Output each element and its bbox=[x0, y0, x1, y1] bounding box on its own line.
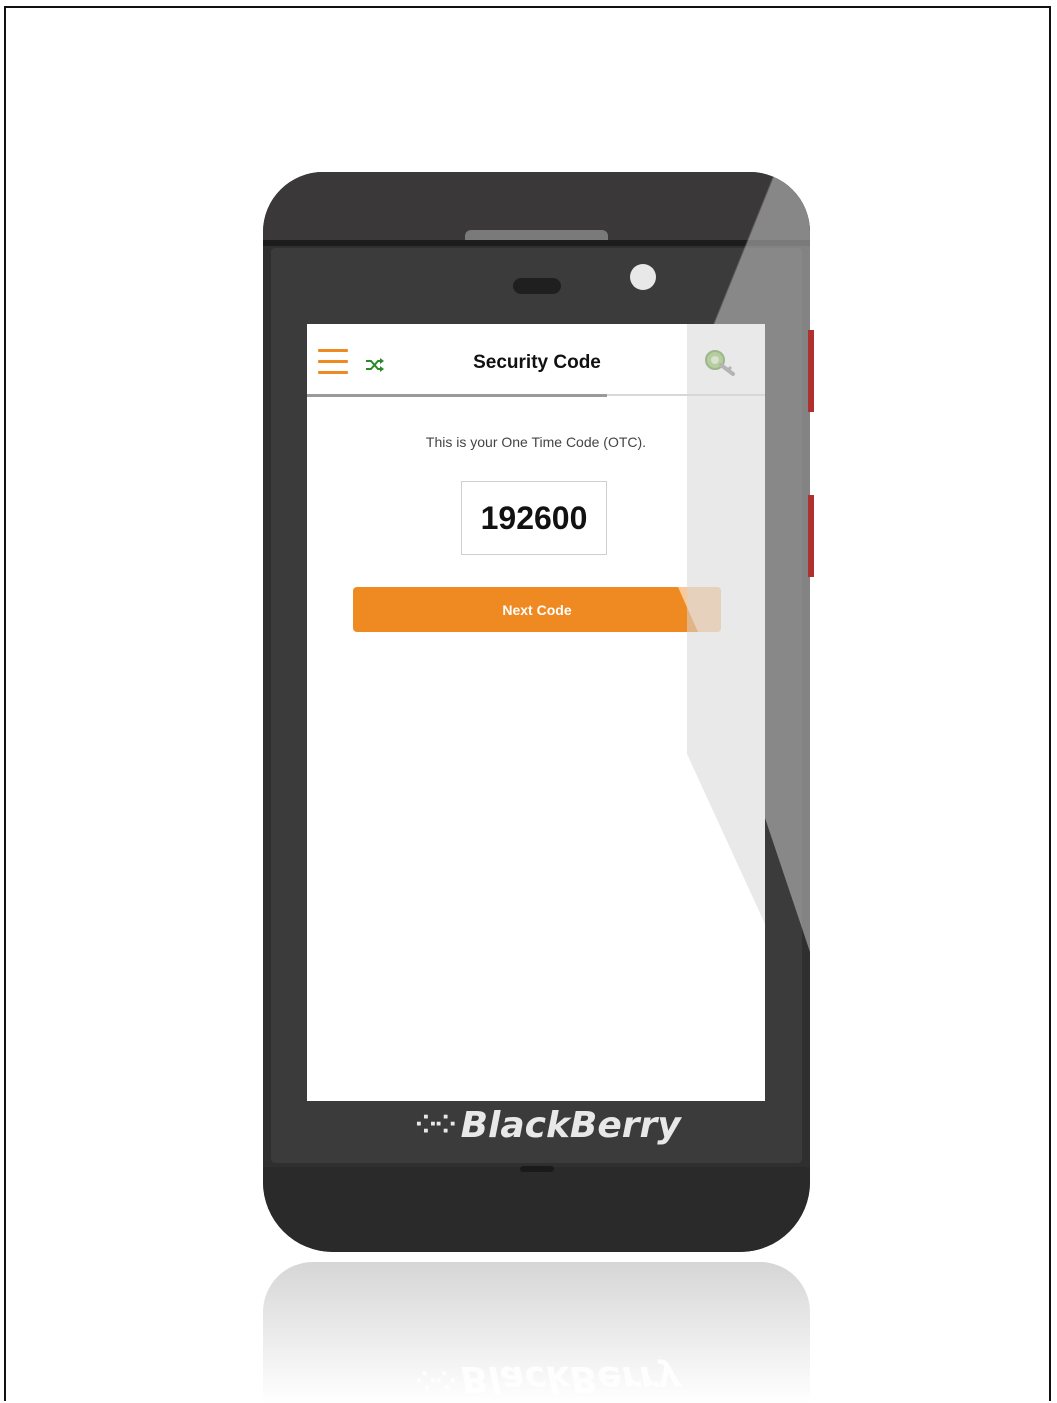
shuffle-icon[interactable] bbox=[365, 357, 385, 373]
otc-label: This is your One Time Code (OTC). bbox=[425, 434, 647, 450]
phone-upper-lip bbox=[263, 240, 810, 246]
bottom-notch bbox=[520, 1166, 554, 1172]
phone-bottom bbox=[263, 1167, 810, 1252]
app-bar-underline bbox=[307, 394, 607, 397]
phone-screen: Security Code This is your One Time Code… bbox=[307, 324, 765, 1101]
volume-up-button bbox=[808, 330, 814, 412]
blackberry-logo: ⁘⁘ BlackBerry bbox=[415, 1100, 681, 1150]
speaker-grille bbox=[465, 230, 608, 240]
one-time-code-display: 192600 bbox=[461, 481, 607, 555]
next-code-button[interactable]: Next Code bbox=[353, 587, 721, 632]
volume-down-button bbox=[808, 495, 814, 577]
hamburger-menu-icon[interactable] bbox=[318, 349, 348, 375]
reflected-mark-icon: ⁘⁘ bbox=[415, 1364, 455, 1394]
reflected-wordmark: BlackBerry bbox=[460, 1358, 681, 1400]
blackberry-wordmark: BlackBerry bbox=[460, 1104, 681, 1146]
front-camera bbox=[630, 264, 656, 290]
earpiece bbox=[513, 278, 561, 294]
app-bar: Security Code bbox=[307, 324, 765, 396]
key-icon[interactable] bbox=[703, 348, 737, 378]
blackberry-mark-icon: ⁘⁘ bbox=[415, 1110, 457, 1140]
page-title: Security Code bbox=[473, 352, 601, 373]
next-code-button-label: Next Code bbox=[502, 601, 572, 618]
reflected-logo: ⁘⁘ BlackBerry bbox=[415, 1355, 681, 1403]
